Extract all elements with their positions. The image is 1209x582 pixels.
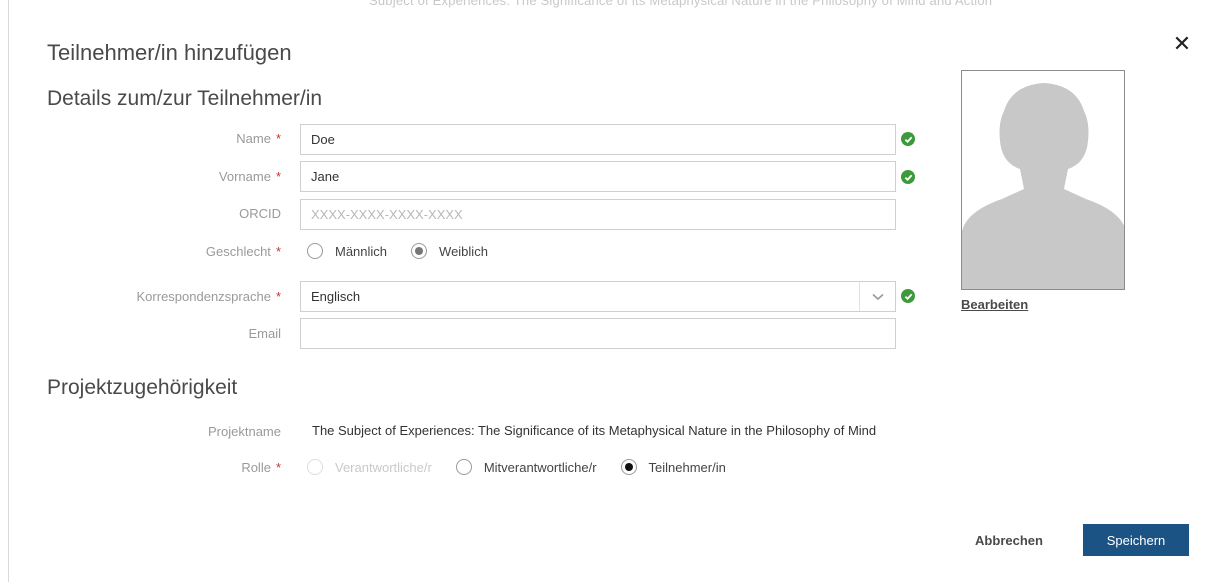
geschlecht-label: Geschlecht * bbox=[205, 244, 281, 259]
radio-teilnehmer[interactable] bbox=[620, 459, 637, 475]
orcid-label: ORCID bbox=[239, 206, 281, 221]
email-label: Email bbox=[248, 326, 281, 341]
required-marker: * bbox=[275, 460, 281, 475]
avatar-placeholder-icon bbox=[962, 71, 1124, 289]
orcid-field[interactable]: XXXX-XXXX-XXXX-XXXX bbox=[300, 199, 896, 230]
required-marker: * bbox=[275, 169, 281, 184]
radio-label-teilnehmer: Teilnehmer/in bbox=[648, 459, 726, 475]
close-icon[interactable]: ✕ bbox=[1171, 33, 1193, 55]
radio-label-weiblich: Weiblich bbox=[439, 243, 488, 259]
required-marker: * bbox=[275, 244, 281, 259]
vorname-valid-check-icon bbox=[901, 170, 915, 184]
details-section-title: Details zum/zur Teilnehmer/in bbox=[47, 87, 323, 110]
radio-weiblich[interactable] bbox=[411, 243, 428, 259]
required-marker: * bbox=[275, 131, 281, 146]
geschlecht-radio-group: Männlich Weiblich bbox=[307, 243, 488, 259]
edit-photo-link[interactable]: Bearbeiten bbox=[961, 297, 1028, 312]
add-participant-dialog: Subject of Experiences: The Significance… bbox=[8, 0, 1209, 582]
radio-label-mitverantwortliche: Mitverantwortliche/r bbox=[483, 459, 597, 475]
email-field[interactable] bbox=[300, 318, 896, 349]
radio-maennlich[interactable] bbox=[307, 243, 323, 259]
radio-mitverantwortliche[interactable] bbox=[455, 459, 472, 475]
cancel-button[interactable]: Abbrechen bbox=[959, 524, 1059, 556]
dialog-title: Teilnehmer/in hinzufügen bbox=[47, 40, 292, 65]
korrespondenzsprache-value: Englisch bbox=[311, 289, 361, 304]
rolle-radio-group: Verantwortliche/r Mitverantwortliche/r T… bbox=[307, 459, 726, 475]
korrespondenzsprache-valid-check-icon bbox=[901, 289, 915, 303]
background-faded-text: Subject of Experiences: The Significance… bbox=[369, 0, 993, 8]
chevron-down-icon[interactable] bbox=[859, 282, 895, 311]
vorname-field[interactable]: Jane bbox=[300, 161, 896, 192]
required-marker: * bbox=[275, 289, 281, 304]
rolle-label: Rolle * bbox=[241, 460, 281, 475]
project-section-title: Projektzugehörigkeit bbox=[47, 376, 238, 399]
name-valid-check-icon bbox=[901, 132, 915, 146]
korrespondenzsprache-label: Korrespondenzsprache * bbox=[136, 289, 281, 304]
radio-label-maennlich: Männlich bbox=[335, 243, 388, 259]
radio-verantwortliche bbox=[307, 459, 323, 475]
name-label: Name * bbox=[236, 131, 281, 146]
vorname-label: Vorname * bbox=[218, 169, 281, 184]
name-field[interactable]: Doe bbox=[300, 124, 896, 155]
save-button[interactable]: Speichern bbox=[1083, 524, 1189, 556]
profile-photo bbox=[961, 70, 1125, 290]
projektname-value: The Subject of Experiences: The Signific… bbox=[312, 423, 880, 438]
korrespondenzsprache-select[interactable]: Englisch bbox=[300, 281, 896, 312]
radio-label-verantwortliche: Verantwortliche/r bbox=[335, 459, 432, 475]
projektname-label: Projektname bbox=[208, 424, 281, 439]
